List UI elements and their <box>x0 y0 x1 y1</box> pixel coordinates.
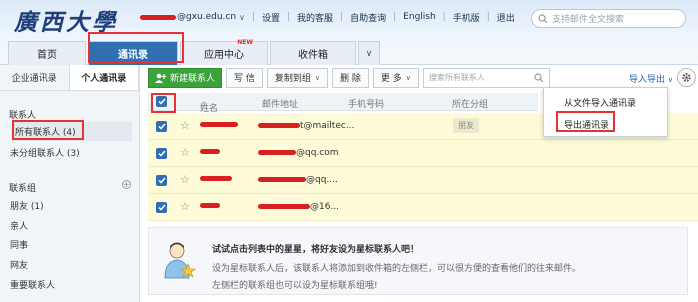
search-icon <box>534 72 544 82</box>
tab-app-center[interactable]: 应用中心 NEW <box>180 39 268 65</box>
gear-icon[interactable] <box>677 68 696 87</box>
chevron-down-icon: ∨ <box>667 76 674 84</box>
sort-asc-icon: ↑ <box>200 101 208 111</box>
contact-email: @qq.com <box>258 148 339 158</box>
sidebar: 企业通讯录 个人通讯录 联系人 所有联系人 (4) 未分组联系人 (3) 联系组… <box>0 65 140 302</box>
chevron-down-icon: ∨ <box>314 73 321 82</box>
redacted-email-prefix <box>258 123 300 128</box>
copy-to-group-button[interactable]: 复制到组 ∨ <box>266 67 329 88</box>
chevron-down-icon[interactable]: ∨ <box>239 13 245 22</box>
contact-email: t@mailtec... <box>258 121 354 131</box>
sidebar-item-group[interactable]: 亲人 <box>10 219 28 232</box>
nav-mobile[interactable]: 手机版 <box>453 11 480 24</box>
new-contact-button[interactable]: 新建联系人 <box>148 67 223 88</box>
row-checkbox[interactable] <box>156 121 167 132</box>
groups-section-title: 联系组 <box>9 184 37 194</box>
row-checkbox[interactable] <box>156 148 167 159</box>
more-button[interactable]: 更 多 ∨ <box>372 67 419 88</box>
redacted-email-prefix <box>258 150 296 155</box>
add-group-icon[interactable]: + <box>122 180 131 189</box>
star-icon[interactable]: ☆ <box>180 173 190 186</box>
highlight-contacts-tab <box>88 32 184 63</box>
main-tabs: 首页 通讯录 应用中心 NEW 收件箱 ∨ <box>8 37 382 65</box>
sidebar-item-group[interactable]: 同事 <box>10 238 28 251</box>
redacted-name <box>200 176 232 181</box>
table-header: 姓名 ↑ 邮件地址 手机号码 所在分组 <box>148 93 538 114</box>
add-user-icon <box>155 73 166 83</box>
star-contact-avatar-icon <box>164 242 196 279</box>
column-email: 邮件地址 <box>262 100 299 110</box>
menu-item-import[interactable]: 从文件导入通讯录 <box>564 96 636 109</box>
search-icon <box>538 13 548 23</box>
nav-english[interactable]: English <box>403 12 436 22</box>
contact-search-input[interactable]: 搜索所有联系人 <box>422 67 550 88</box>
redacted-name <box>200 122 238 127</box>
tip-line-1: 设为星标联系人后，该联系人将添加到收件箱的左侧栏，可以很方便的查看他们的往来邮件… <box>212 264 582 274</box>
mail-search-input[interactable]: 支持邮件全文搜索 <box>531 9 686 28</box>
sidebar-item-group[interactable]: 网友 <box>10 258 28 271</box>
table-row[interactable]: ☆ @qq.... <box>148 167 698 194</box>
sidebar-item-ungrouped[interactable]: 未分组联系人 (3) <box>10 146 80 159</box>
row-checkbox[interactable] <box>156 202 167 213</box>
tabs-more-chevron-icon[interactable]: ∨ <box>358 41 380 65</box>
new-badge: NEW <box>237 39 253 46</box>
nav-settings[interactable]: 设置 <box>262 11 280 24</box>
redacted-name <box>200 149 220 154</box>
redacted-username <box>140 14 176 20</box>
nav-self-service[interactable]: 自助查询 <box>350 11 386 24</box>
tip-line-2: 左侧栏的联系组也可以设为星标联系组哦! <box>212 281 378 291</box>
user-email[interactable]: @gxu.edu.cn <box>177 12 236 22</box>
sidebar-item-group[interactable]: 重要联系人 <box>10 278 55 291</box>
tab-inbox[interactable]: 收件箱 <box>270 41 356 65</box>
redacted-email-prefix <box>258 177 306 182</box>
table-row[interactable]: ☆ @16... <box>148 194 698 221</box>
row-checkbox[interactable] <box>156 175 167 186</box>
star-icon[interactable]: ☆ <box>180 200 190 213</box>
star-contact-tip: 试试点击列表中的星星，将好友设为星标联系人吧！ 设为星标联系人后，该联系人将添加… <box>148 227 688 295</box>
highlight-export <box>556 111 615 132</box>
nav-logout[interactable]: 退出 <box>497 11 515 24</box>
contact-email: @qq.... <box>258 175 338 185</box>
contact-email: @16... <box>258 202 339 212</box>
redacted-name <box>200 203 220 208</box>
nav-customer-service[interactable]: 我的客服 <box>297 11 333 24</box>
group-tag: 朋友 <box>453 118 479 133</box>
column-phone: 手机号码 <box>348 100 385 110</box>
import-export-button[interactable]: 导入导出 ∨ <box>629 72 673 85</box>
write-mail-button[interactable]: 写 信 <box>226 67 263 88</box>
delete-button[interactable]: 删 除 <box>332 67 369 88</box>
highlight-select-all <box>151 93 176 113</box>
tab-home[interactable]: 首页 <box>8 41 86 65</box>
mail-search-placeholder: 支持邮件全文搜索 <box>552 15 625 25</box>
table-row[interactable]: ☆ @qq.com <box>148 140 698 167</box>
column-group: 所在分组 <box>452 100 489 110</box>
tab-enterprise-contacts[interactable]: 企业通讯录 <box>0 65 69 90</box>
highlight-all-contacts <box>12 120 84 140</box>
tip-title: 试试点击列表中的星星，将好友设为星标联系人吧！ <box>212 245 420 255</box>
contacts-toolbar: 新建联系人 写 信 复制到组 ∨ 删 除 更 多 ∨ 搜索所有联系人 <box>148 67 550 88</box>
top-nav: @gxu.edu.cn ∨ | 设置 | 我的客服 | 自助查询 | Engli… <box>140 10 515 24</box>
star-icon[interactable]: ☆ <box>180 119 190 132</box>
sidebar-tabs: 企业通讯录 个人通讯录 <box>0 65 139 91</box>
sidebar-item-group[interactable]: 朋友 (1) <box>10 199 44 212</box>
tab-personal-contacts[interactable]: 个人通讯录 <box>68 65 139 90</box>
chevron-down-icon: ∨ <box>405 73 411 82</box>
redacted-email-prefix <box>258 204 310 209</box>
star-icon[interactable]: ☆ <box>180 146 190 159</box>
